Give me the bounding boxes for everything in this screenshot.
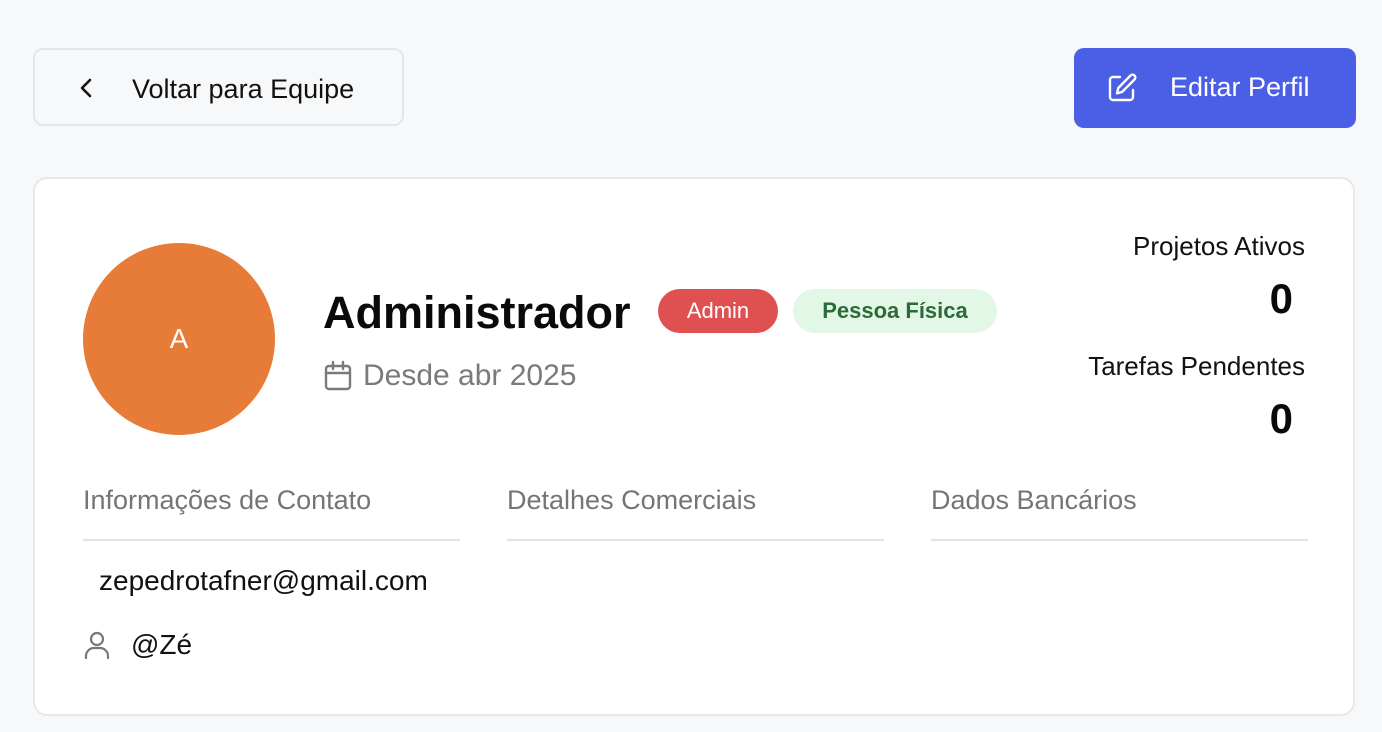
edit-profile-button[interactable]: Editar Perfil [1074,48,1356,128]
member-since-text: Desde abr 2025 [363,359,577,392]
back-to-team-button[interactable]: Voltar para Equipe [33,48,404,126]
profile-name: Administrador [323,287,631,338]
edit-icon [1106,72,1138,104]
contact-username: @Zé [83,629,192,661]
profile-card: A Administrador Admin Pessoa Física Desd… [33,177,1355,716]
back-button-label: Voltar para Equipe [132,74,355,104]
edit-button-label: Editar Perfil [1170,72,1310,102]
role-badge: Admin [658,289,778,333]
user-icon [83,630,111,660]
member-since: Desde abr 2025 [323,359,577,393]
avatar: A [83,243,275,435]
chevron-left-icon [75,77,97,99]
calendar-icon [323,360,353,392]
contact-username-text: @Zé [131,629,193,660]
pending-tasks-label: Tarefas Pendentes [1088,351,1305,381]
active-projects-value: 0 [1269,275,1293,322]
tab-bank-details[interactable]: Dados Bancários [931,485,1308,541]
active-projects-label: Projetos Ativos [1133,231,1305,261]
avatar-initial: A [169,323,189,354]
tab-business-details[interactable]: Detalhes Comerciais [507,485,884,541]
pending-tasks-value: 0 [1269,395,1293,442]
contact-email: zepedrotafner@gmail.com [99,565,428,596]
person-type-badge: Pessoa Física [793,289,997,333]
tab-contact-info[interactable]: Informações de Contato [83,485,460,541]
